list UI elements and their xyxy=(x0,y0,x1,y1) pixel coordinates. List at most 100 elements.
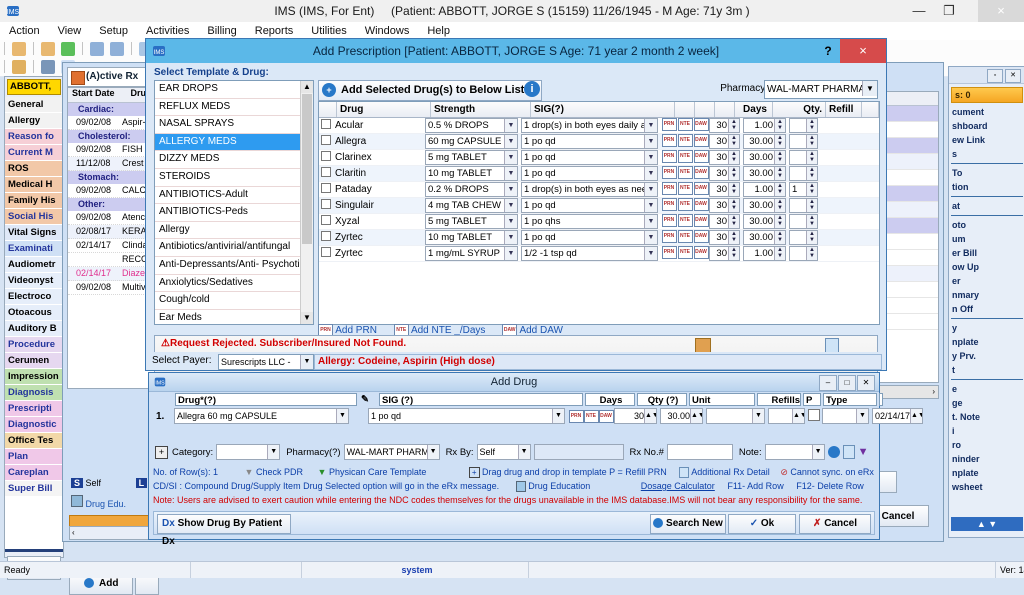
quick-link-t[interactable]: t xyxy=(949,363,1024,377)
row-refill-spinner[interactable]: ▲ ▼ xyxy=(789,134,818,149)
sidebar-item-auditory-brainstem[interactable]: Auditory B xyxy=(5,321,63,337)
row-strength-select[interactable]: 10 mg TABLET ▼ xyxy=(425,166,518,181)
template-item-cough-cold[interactable]: Cough/cold xyxy=(155,292,313,310)
chevron-down-icon[interactable]: ▼ xyxy=(504,167,517,180)
table-row[interactable]: Claritin 10 mg TABLET ▼ 1 po qd ▼ PRN NTE … xyxy=(319,165,879,182)
spinner-arrows-icon[interactable]: ▲▼ xyxy=(774,183,785,196)
row-qty-spinner[interactable]: 30.00 ▲ ▼ xyxy=(743,230,786,245)
template-item-antibiotics-antiviral[interactable]: Antibiotics/antivirial/antifungal xyxy=(155,239,313,257)
template-item-antibiotics-peds[interactable]: ANTIBIOTICS-Peds xyxy=(155,204,313,222)
sidebar-item-current-meds[interactable]: Current M xyxy=(5,145,63,161)
row-strength-select[interactable]: 10 mg TABLET ▼ xyxy=(425,230,518,245)
sidebar-item-super-bill[interactable]: Super Bill xyxy=(5,481,63,497)
refresh-icon[interactable] xyxy=(110,42,124,56)
sidebar-item-prescription[interactable]: Prescripti xyxy=(5,401,63,417)
close-button[interactable]: × xyxy=(978,0,1024,22)
add-selected-drugs-button[interactable]: + Add Selected Drug(s) to Below List xyxy=(318,80,542,101)
cancel-button-add-drug[interactable]: ✗ Cancel xyxy=(799,514,871,534)
spinner-arrows-icon[interactable]: ▲▼ xyxy=(806,183,817,196)
chevron-down-icon[interactable]: ▼ xyxy=(856,409,868,423)
row-refill-spinner[interactable]: ▲ ▼ xyxy=(789,214,818,229)
chevron-down-icon[interactable]: ▼ xyxy=(504,119,517,132)
row-checkbox[interactable] xyxy=(319,135,333,148)
patient-icon[interactable] xyxy=(12,42,26,56)
spinner-arrows-icon[interactable]: ▲▼ xyxy=(728,247,739,260)
quick-link-um[interactable]: um xyxy=(949,232,1024,246)
template-item-anxiolytics[interactable]: Anxiolytics/Sedatives xyxy=(155,275,313,293)
table-row[interactable]: Zyrtec 10 mg TABLET ▼ 1 po qd ▼ PRN NTE DA… xyxy=(319,229,879,246)
chevron-down-icon[interactable]: ▼ xyxy=(644,215,657,228)
row-sig-select[interactable]: 1 po qd ▼ xyxy=(521,230,658,245)
chevron-down-icon[interactable]: ▼ xyxy=(862,81,877,96)
row-nte-button[interactable]: NTE xyxy=(677,149,693,166)
table-row[interactable]: Xyzal 5 mg TABLET ▼ 1 po qhs ▼ PRN NTE DAW… xyxy=(319,213,879,230)
sidebar-item-family-history[interactable]: Family His xyxy=(5,193,63,209)
sig-field[interactable]: 1 po qd ▼ xyxy=(368,408,565,424)
row-days-spinner[interactable]: 30 ▲ ▼ xyxy=(709,182,740,197)
quick-link-note[interactable]: t. Note xyxy=(949,410,1024,424)
quick-link-ge[interactable]: ge xyxy=(949,396,1024,410)
row-prn-button[interactable]: PRN xyxy=(661,133,677,150)
row-daw-button[interactable]: DAW xyxy=(693,181,709,198)
table-row[interactable]: Allegra 60 mg CAPSULE ▼ 1 po qd ▼ PRN NTE … xyxy=(319,133,879,150)
spinner-arrows-icon[interactable]: ▲▼ xyxy=(728,231,739,244)
quick-link-flowsheet[interactable]: wsheet xyxy=(949,480,1024,494)
chevron-down-icon[interactable]: ▼ xyxy=(644,119,657,132)
row-prn-button[interactable]: PRN xyxy=(661,245,677,262)
row-nte-button[interactable]: NTE xyxy=(677,181,693,198)
row-prn-button[interactable]: PRN xyxy=(661,213,677,230)
patient-add-icon[interactable] xyxy=(41,42,55,56)
row-daw-button[interactable]: DAW xyxy=(693,117,709,134)
sidebar-item-careplan[interactable]: Careplan xyxy=(5,465,63,481)
spinner-arrows-icon[interactable]: ▲▼ xyxy=(806,199,817,212)
row-daw-button[interactable]: DAW xyxy=(693,149,709,166)
row-daw-button[interactable]: DAW xyxy=(693,229,709,246)
qty-field[interactable]: 30.00▲▼ xyxy=(660,408,703,424)
quick-link-super-bill[interactable]: er Bill xyxy=(949,246,1024,260)
quick-link-at[interactable]: at xyxy=(949,199,1024,213)
camera-icon[interactable] xyxy=(41,60,55,74)
chevron-down-icon[interactable]: ▼ xyxy=(644,247,657,260)
row-checkbox[interactable] xyxy=(319,247,333,260)
sidebar-item-allergy[interactable]: Allergy xyxy=(5,113,63,129)
spinner-arrows-icon[interactable]: ▲▼ xyxy=(792,409,804,423)
sidebar-item-plan[interactable]: Plan xyxy=(5,449,63,465)
row-qty-spinner[interactable]: 1.00 ▲ ▼ xyxy=(743,118,786,133)
row-checkbox[interactable] xyxy=(319,183,333,196)
select-payer-dropdown[interactable]: Surescripts LLC - ▼ xyxy=(218,354,314,370)
spinner-arrows-icon[interactable]: ▲▼ xyxy=(774,151,785,164)
template-listbox[interactable]: EAR DROPS REFLUX MEDS NASAL SPRAYS ALLER… xyxy=(154,80,314,325)
row-days-spinner[interactable]: 30 ▲ ▼ xyxy=(709,214,740,229)
row-qty-spinner[interactable]: 1.00 ▲ ▼ xyxy=(743,246,786,261)
sidebar-item-procedures[interactable]: Procedure xyxy=(5,337,63,353)
minimize-button[interactable]: — xyxy=(904,0,934,22)
scrollbar-thumb[interactable] xyxy=(302,94,312,244)
row-strength-select[interactable]: 0.2 % DROPS ▼ xyxy=(425,182,518,197)
row-nte-button[interactable]: NTE xyxy=(677,197,693,214)
menu-item-view[interactable]: View xyxy=(49,22,91,40)
refills-field[interactable]: ▲▼ xyxy=(768,408,805,424)
row-sig-select[interactable]: 1 drop(s) in both eyes daily as nee ▼ xyxy=(521,118,658,133)
template-item-antibiotics-adult[interactable]: ANTIBIOTICS-Adult xyxy=(155,187,313,205)
minimize-button-add-drug[interactable]: – xyxy=(819,375,837,391)
row-checkbox[interactable] xyxy=(319,199,333,212)
note-field[interactable]: ▼ xyxy=(764,444,825,460)
chevron-down-icon[interactable]: ▼ xyxy=(644,183,657,196)
row-refill-spinner[interactable]: ▲ ▼ xyxy=(789,230,818,245)
quick-link-template2[interactable]: nplate xyxy=(949,466,1024,480)
quick-link-ro[interactable]: ro xyxy=(949,438,1024,452)
days-field[interactable]: 30▲▼ xyxy=(614,408,657,424)
row-days-spinner[interactable]: 30 ▲ ▼ xyxy=(709,246,740,261)
spinner-arrows-icon[interactable]: ▲▼ xyxy=(774,199,785,212)
chevron-down-icon[interactable]: ▼ xyxy=(644,151,657,164)
row-daw-button[interactable]: DAW xyxy=(693,133,709,150)
restore-button-add-drug[interactable]: □ xyxy=(838,375,856,391)
row-days-spinner[interactable]: 30 ▲ ▼ xyxy=(709,150,740,165)
table-row[interactable]: Clarinex 5 mg TABLET ▼ 1 po qd ▼ PRN NTE D… xyxy=(319,149,879,166)
quick-link-y[interactable]: y xyxy=(949,321,1024,335)
chevron-down-icon[interactable]: ▼ xyxy=(752,409,764,423)
sidebar-item-general[interactable]: General xyxy=(5,97,63,113)
row-nte-button[interactable]: NTE xyxy=(677,229,693,246)
schedule-icon[interactable] xyxy=(90,42,104,56)
spinner-arrows-icon[interactable]: ▲▼ xyxy=(774,231,785,244)
